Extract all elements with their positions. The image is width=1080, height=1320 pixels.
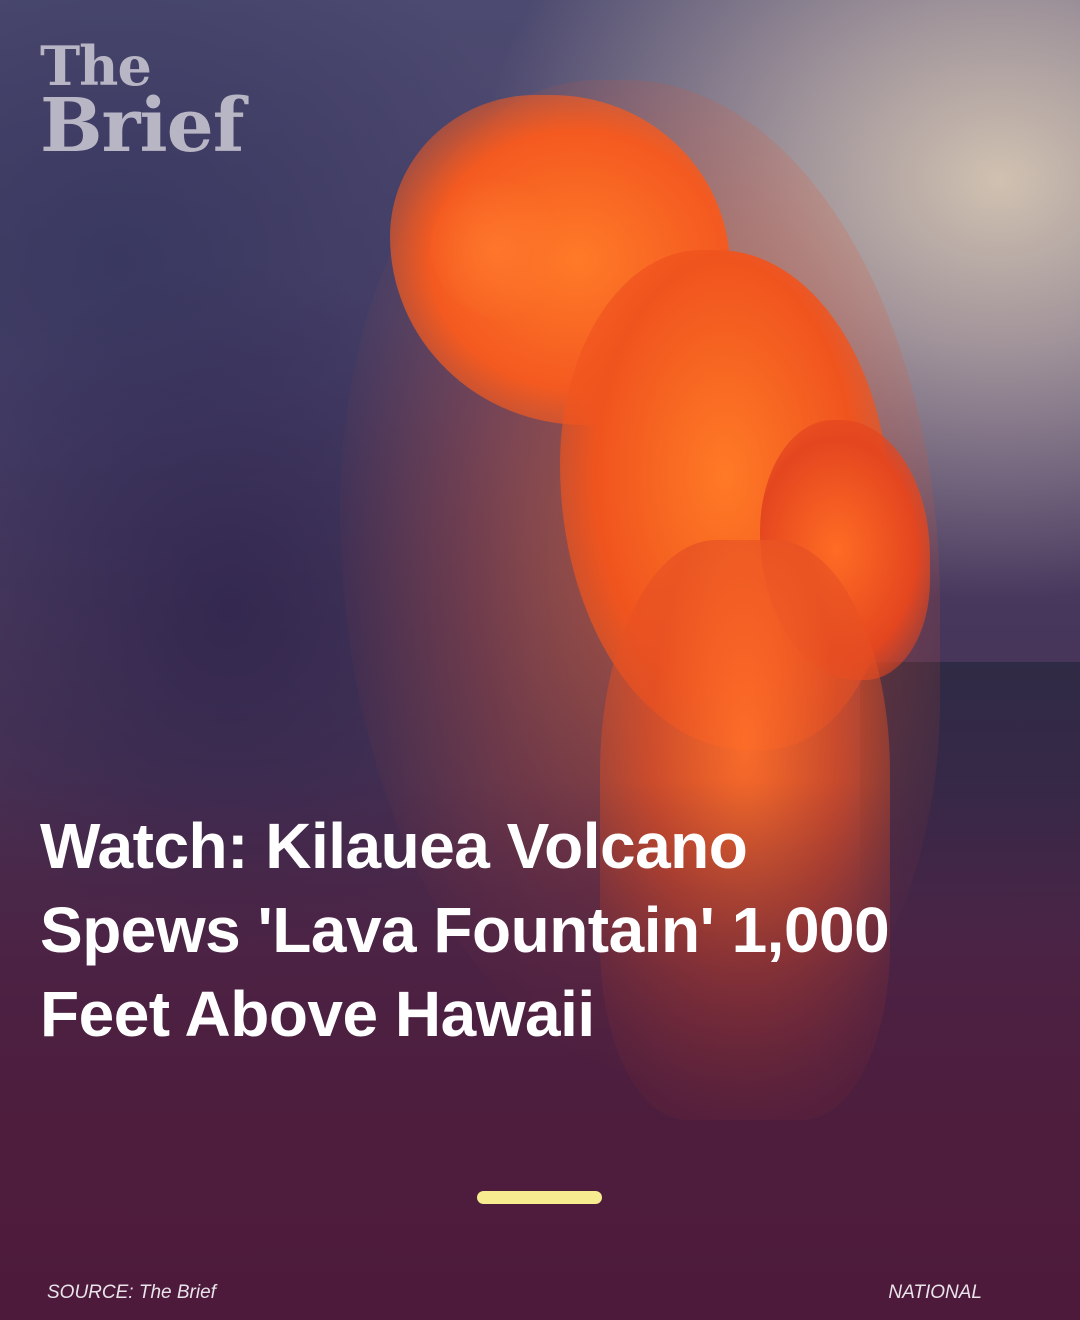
story-headline[interactable]: Watch: Kilauea Volcano Spews 'Lava Fount… (40, 804, 940, 1056)
logo-line-2: Brief (40, 82, 245, 169)
slide-progress-indicator (477, 1191, 602, 1204)
story-card[interactable]: The Brief Watch: Kilauea Volcano Spews '… (0, 0, 1080, 1320)
brand-logo: The Brief (40, 39, 245, 169)
source-label: SOURCE: The Brief (47, 1282, 216, 1303)
category-label: NATIONAL (888, 1282, 982, 1303)
